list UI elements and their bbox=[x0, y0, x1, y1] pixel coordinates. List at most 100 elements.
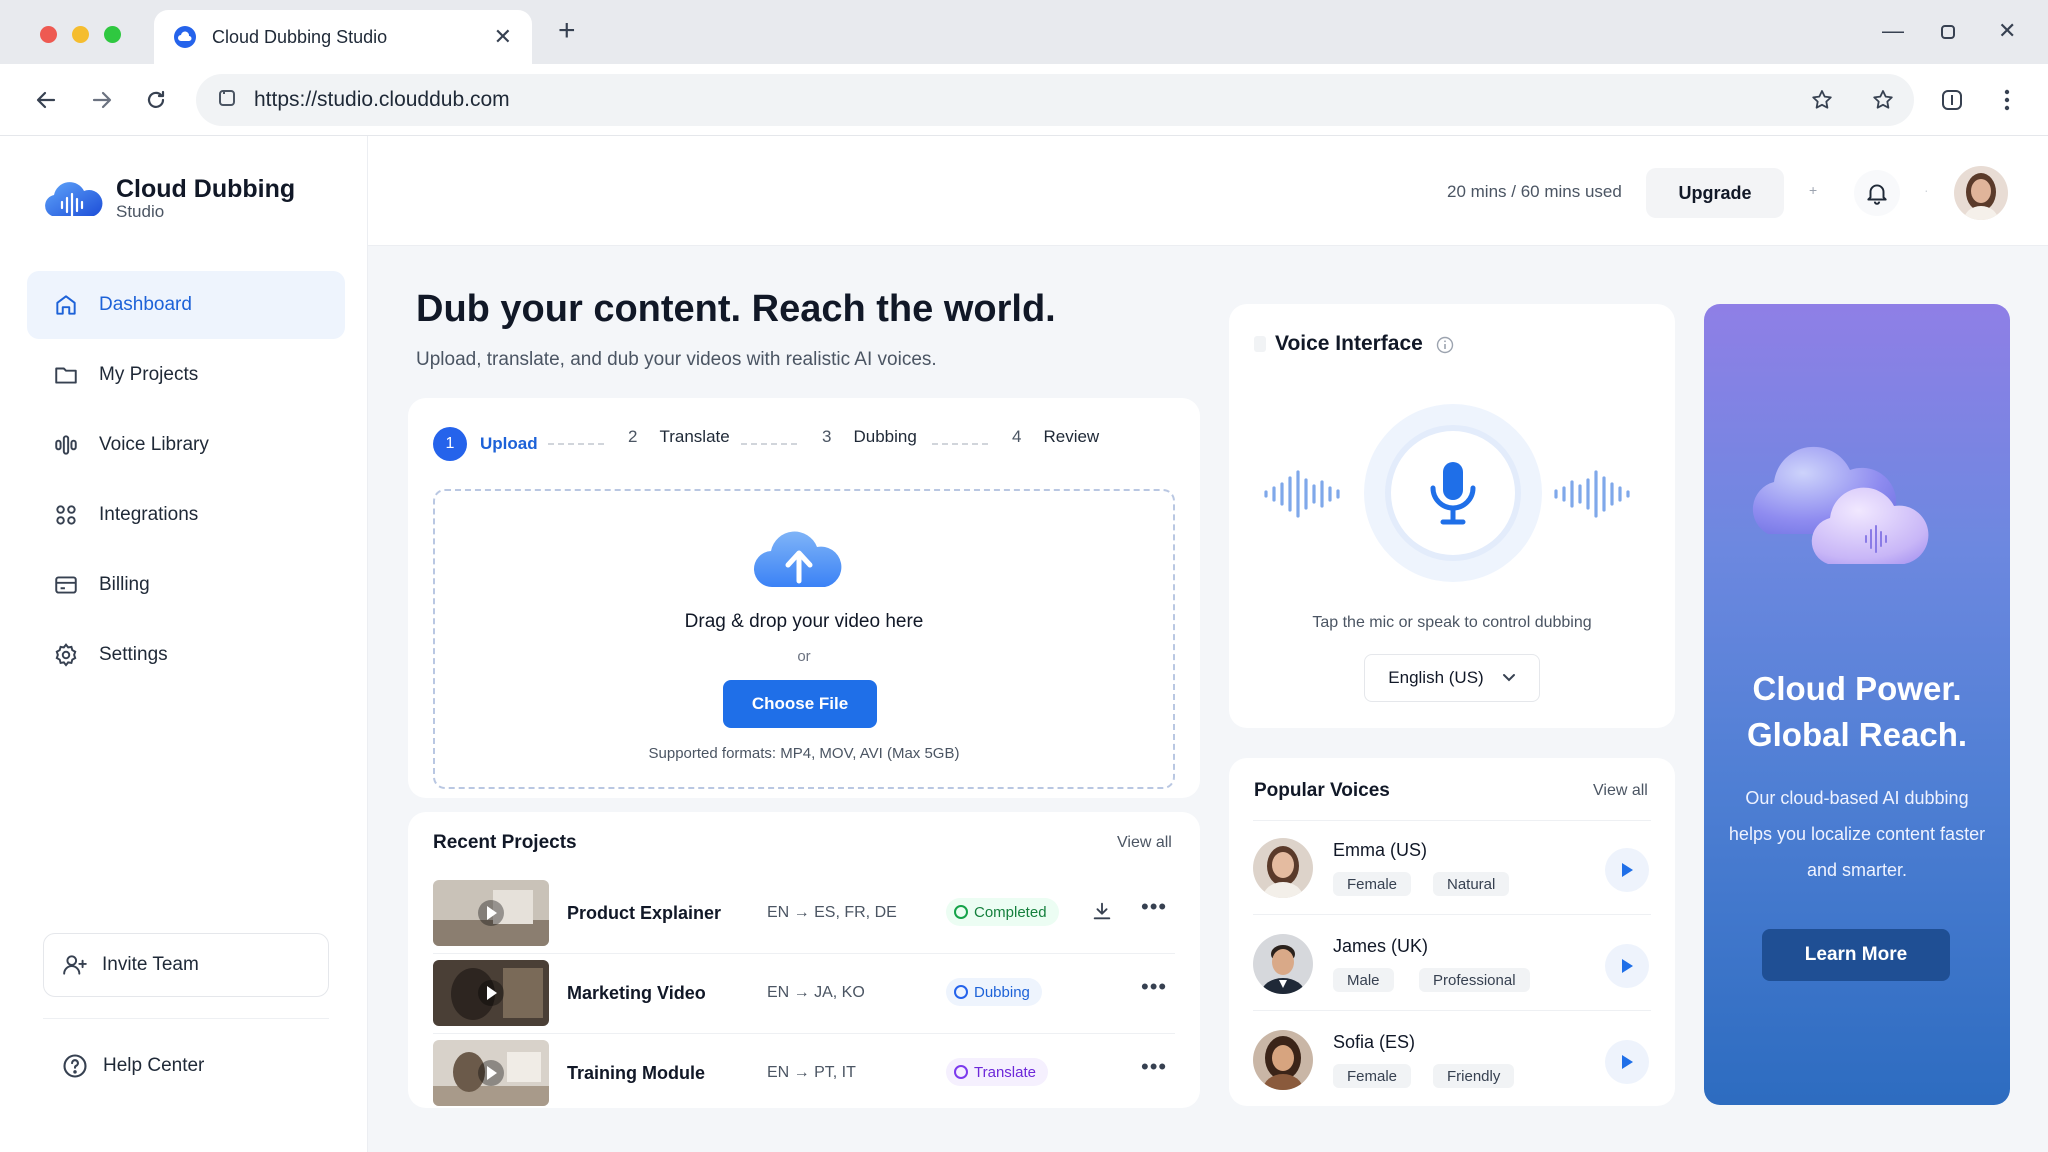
sidebar-item-integrations[interactable]: Integrations bbox=[27, 481, 345, 549]
download-icon[interactable] bbox=[1091, 900, 1113, 927]
status-badge: Completed bbox=[946, 898, 1059, 926]
voice-panel-handle bbox=[1254, 336, 1266, 352]
voice-interface-title: Voice Interface bbox=[1275, 332, 1423, 355]
sidebar-item-label: My Projects bbox=[99, 364, 199, 385]
card-divider bbox=[1253, 820, 1651, 821]
play-voice-button[interactable] bbox=[1605, 944, 1649, 988]
voice-tag: Friendly bbox=[1433, 1064, 1515, 1088]
voice-avatar bbox=[1253, 838, 1313, 898]
recent-view-all-link[interactable]: View all bbox=[1117, 834, 1172, 852]
dropzone-or: or bbox=[797, 648, 811, 665]
voice-item[interactable]: James (UK) Male Professional bbox=[1253, 928, 1651, 998]
extensions-icon[interactable] bbox=[1936, 84, 1968, 116]
billing-icon bbox=[55, 576, 77, 594]
sidebar-divider bbox=[43, 1018, 329, 1019]
add-user-icon bbox=[63, 955, 87, 975]
more-options-icon[interactable]: ••• bbox=[1141, 974, 1167, 1000]
voice-avatar bbox=[1253, 934, 1313, 994]
back-icon[interactable] bbox=[30, 84, 62, 116]
sidebar-item-dashboard[interactable]: Dashboard bbox=[27, 271, 345, 339]
user-avatar[interactable] bbox=[1954, 166, 2008, 220]
brand-logo[interactable]: Cloud Dubbing Studio bbox=[40, 172, 295, 224]
row-divider bbox=[433, 953, 1175, 954]
invite-team-button[interactable]: Invite Team bbox=[43, 933, 329, 997]
brand-name: Cloud Dubbing bbox=[116, 175, 296, 203]
site-info-icon[interactable] bbox=[218, 88, 236, 113]
status-completed-icon bbox=[954, 905, 968, 919]
status-badge: Translate bbox=[946, 1058, 1048, 1086]
gear-icon bbox=[55, 643, 77, 667]
sidebar-item-label: Dashboard bbox=[99, 294, 192, 315]
usage-text: 20 mins / 60 mins used bbox=[1447, 182, 1622, 201]
step-connector bbox=[741, 443, 797, 445]
promo-description: Our cloud-based AI dubbing helps you loc… bbox=[1728, 788, 1986, 880]
play-icon bbox=[1622, 1055, 1633, 1069]
voice-tag: Female bbox=[1333, 872, 1412, 896]
learn-more-button[interactable]: Learn More bbox=[1762, 929, 1950, 981]
notifications-button[interactable] bbox=[1854, 170, 1900, 216]
address-bar[interactable]: https://studio.clouddub.com bbox=[196, 74, 1914, 126]
step-connector bbox=[548, 443, 604, 445]
reload-icon[interactable] bbox=[140, 84, 172, 116]
voice-item[interactable]: Emma (US) Female Natural bbox=[1253, 832, 1651, 902]
project-thumbnail[interactable] bbox=[433, 880, 549, 946]
close-window-button[interactable] bbox=[40, 26, 57, 43]
sidebar-item-my-projects[interactable]: My Projects bbox=[27, 341, 345, 409]
table-row[interactable]: Product Explainer EN → ES, FR, DE Comple… bbox=[433, 880, 1175, 946]
choose-file-button[interactable]: Choose File bbox=[723, 680, 877, 728]
maximize-window-button[interactable] bbox=[104, 26, 121, 43]
step-review[interactable]: 4 Review bbox=[1012, 427, 1099, 447]
page-subtitle: Upload, translate, and dub your videos w… bbox=[416, 349, 937, 370]
more-options-icon[interactable]: ••• bbox=[1141, 894, 1167, 920]
sidebar-item-settings[interactable]: Settings bbox=[27, 621, 345, 689]
upgrade-button[interactable]: Upgrade bbox=[1646, 168, 1784, 218]
tab-title: Cloud Dubbing Studio bbox=[212, 26, 388, 47]
more-options-icon[interactable]: ••• bbox=[1141, 1054, 1167, 1080]
top-bar: 20 mins / 60 mins used Upgrade + · bbox=[368, 136, 2048, 246]
project-name: Product Explainer bbox=[567, 903, 722, 923]
step-dubbing[interactable]: 3 Dubbing bbox=[822, 427, 917, 447]
divider-dot: · bbox=[1924, 182, 1929, 198]
popular-voices-title: Popular Voices bbox=[1254, 780, 1390, 801]
info-icon[interactable] bbox=[1436, 336, 1454, 354]
project-name: Marketing Video bbox=[567, 983, 706, 1003]
step-number: 1 bbox=[433, 427, 467, 461]
voice-hint: Tap the mic or speak to control dubbing bbox=[1312, 614, 1592, 631]
step-translate[interactable]: 2 Translate bbox=[628, 427, 730, 447]
minimize-window-button[interactable] bbox=[72, 26, 89, 43]
new-tab-button[interactable]: + bbox=[558, 14, 576, 48]
table-row[interactable]: Training Module EN → PT, IT Translate ••… bbox=[433, 1040, 1175, 1106]
voice-tag: Male bbox=[1333, 968, 1394, 992]
language-select[interactable]: English (US) bbox=[1364, 654, 1540, 702]
close-icon[interactable]: ✕ bbox=[1998, 18, 2016, 44]
play-voice-button[interactable] bbox=[1605, 848, 1649, 892]
menu-kebab-icon[interactable] bbox=[1991, 84, 2023, 116]
row-divider bbox=[1253, 1010, 1651, 1011]
mic-button[interactable] bbox=[1391, 431, 1515, 555]
close-tab-icon[interactable]: ✕ bbox=[494, 24, 512, 50]
project-thumbnail[interactable] bbox=[433, 960, 549, 1026]
voices-view-all-link[interactable]: View all bbox=[1593, 782, 1648, 800]
voice-tag: Female bbox=[1333, 1064, 1412, 1088]
cloud-illustration-icon bbox=[1752, 446, 1929, 564]
file-dropzone[interactable]: Drag & drop your video here or Choose Fi… bbox=[433, 489, 1175, 789]
play-voice-button[interactable] bbox=[1605, 1040, 1649, 1084]
row-divider bbox=[1253, 914, 1651, 915]
divider-dot: + bbox=[1809, 182, 1818, 198]
bookmark-star-icon[interactable] bbox=[1806, 84, 1838, 116]
sidebar-item-label: Voice Library bbox=[99, 434, 209, 455]
sidebar-item-billing[interactable]: Billing bbox=[27, 551, 345, 619]
step-upload[interactable]: 1 Upload bbox=[433, 427, 538, 461]
project-thumbnail[interactable] bbox=[433, 1040, 549, 1106]
help-center-link[interactable]: Help Center bbox=[43, 1034, 329, 1098]
home-icon bbox=[56, 295, 76, 315]
table-row[interactable]: Marketing Video EN → JA, KO Dubbing ••• bbox=[433, 960, 1175, 1026]
favorites-icon[interactable] bbox=[1867, 84, 1899, 116]
restore-icon[interactable] bbox=[1940, 20, 1956, 46]
sidebar-item-voice-library[interactable]: Voice Library bbox=[27, 411, 345, 479]
voice-item[interactable]: Sofia (ES) Female Friendly bbox=[1253, 1024, 1651, 1094]
forward-icon[interactable] bbox=[86, 84, 118, 116]
minimize-icon[interactable]: — bbox=[1882, 18, 1904, 44]
dropzone-text: Drag & drop your video here bbox=[684, 611, 924, 632]
browser-tab[interactable]: Cloud Dubbing Studio ✕ bbox=[154, 10, 532, 64]
